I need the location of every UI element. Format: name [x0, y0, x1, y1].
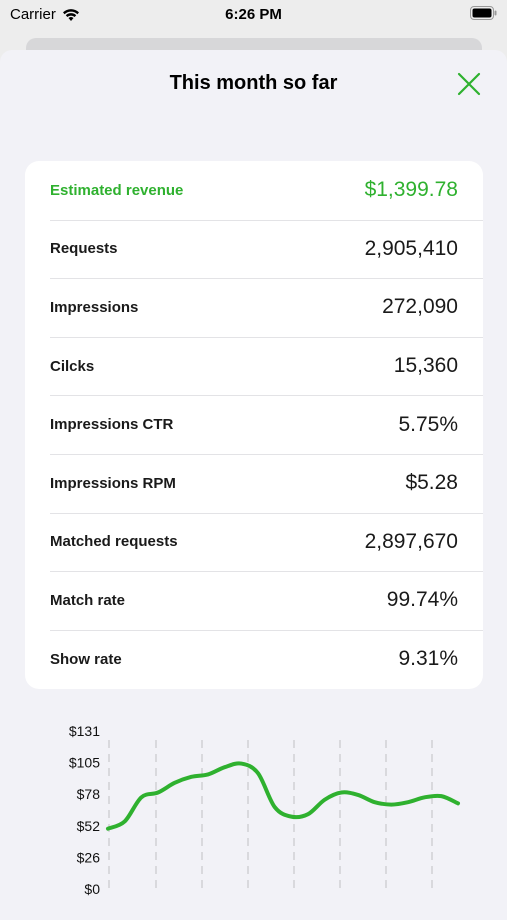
metric-value: $1,399.78: [364, 178, 458, 202]
metric-row: Cilcks 15,360: [25, 336, 483, 396]
metric-value: $5.28: [405, 471, 458, 495]
revenue-line: [106, 761, 460, 831]
battery-icon: [470, 6, 497, 24]
close-icon[interactable]: [455, 70, 483, 98]
metric-value: 5.75%: [398, 412, 458, 436]
y-tick-label: $52: [77, 818, 101, 834]
metric-label: Cilcks: [50, 357, 95, 375]
metrics-card: Estimated revenue $1,399.78 Requests 2,905,…: [25, 161, 483, 689]
sheet-title: This month so far: [169, 72, 338, 94]
y-tick-label: $26: [77, 849, 101, 865]
metric-row: Matched requests 2,897,670: [25, 512, 483, 572]
metric-label: Requests: [50, 240, 118, 258]
metric-label: Impressions: [50, 298, 139, 316]
status-bar: Carrier 6:26 PM: [0, 0, 507, 30]
metric-row: Match rate 99.74%: [25, 571, 483, 630]
metric-label: Show rate: [50, 650, 122, 668]
metric-value: 9.31%: [398, 647, 458, 671]
metric-label: Estimated revenue: [50, 181, 184, 199]
metric-value: 15,360: [393, 354, 458, 378]
y-tick-label: $78: [77, 786, 101, 802]
status-time: 6:26 PM: [225, 6, 282, 23]
metric-label: Impressions CTR: [50, 416, 174, 434]
metric-value: 2,905,410: [364, 236, 458, 260]
metric-row: Impressions RPM $5.28: [25, 453, 483, 513]
metric-value: 2,897,670: [364, 529, 458, 553]
metric-row: Show rate 9.31%: [25, 629, 483, 689]
y-tick-label: $105: [69, 755, 100, 771]
y-tick-label: $131: [69, 723, 100, 739]
metric-label: Impressions RPM: [50, 474, 176, 492]
metric-row: Impressions 272,090: [25, 278, 483, 337]
revenue-chart: $131 $105 $78 $52 $26 $0: [69, 723, 460, 897]
metric-value: 272,090: [382, 295, 458, 319]
metric-label: Matched requests: [50, 533, 178, 551]
metric-row: Requests 2,905,410: [25, 219, 483, 279]
metric-row: Impressions CTR 5.75%: [25, 395, 483, 454]
metric-value: 99.74%: [386, 588, 458, 612]
metric-label: Match rate: [50, 591, 126, 609]
y-tick-label: $0: [84, 881, 100, 897]
metric-row: Estimated revenue $1,399.78: [25, 161, 483, 220]
